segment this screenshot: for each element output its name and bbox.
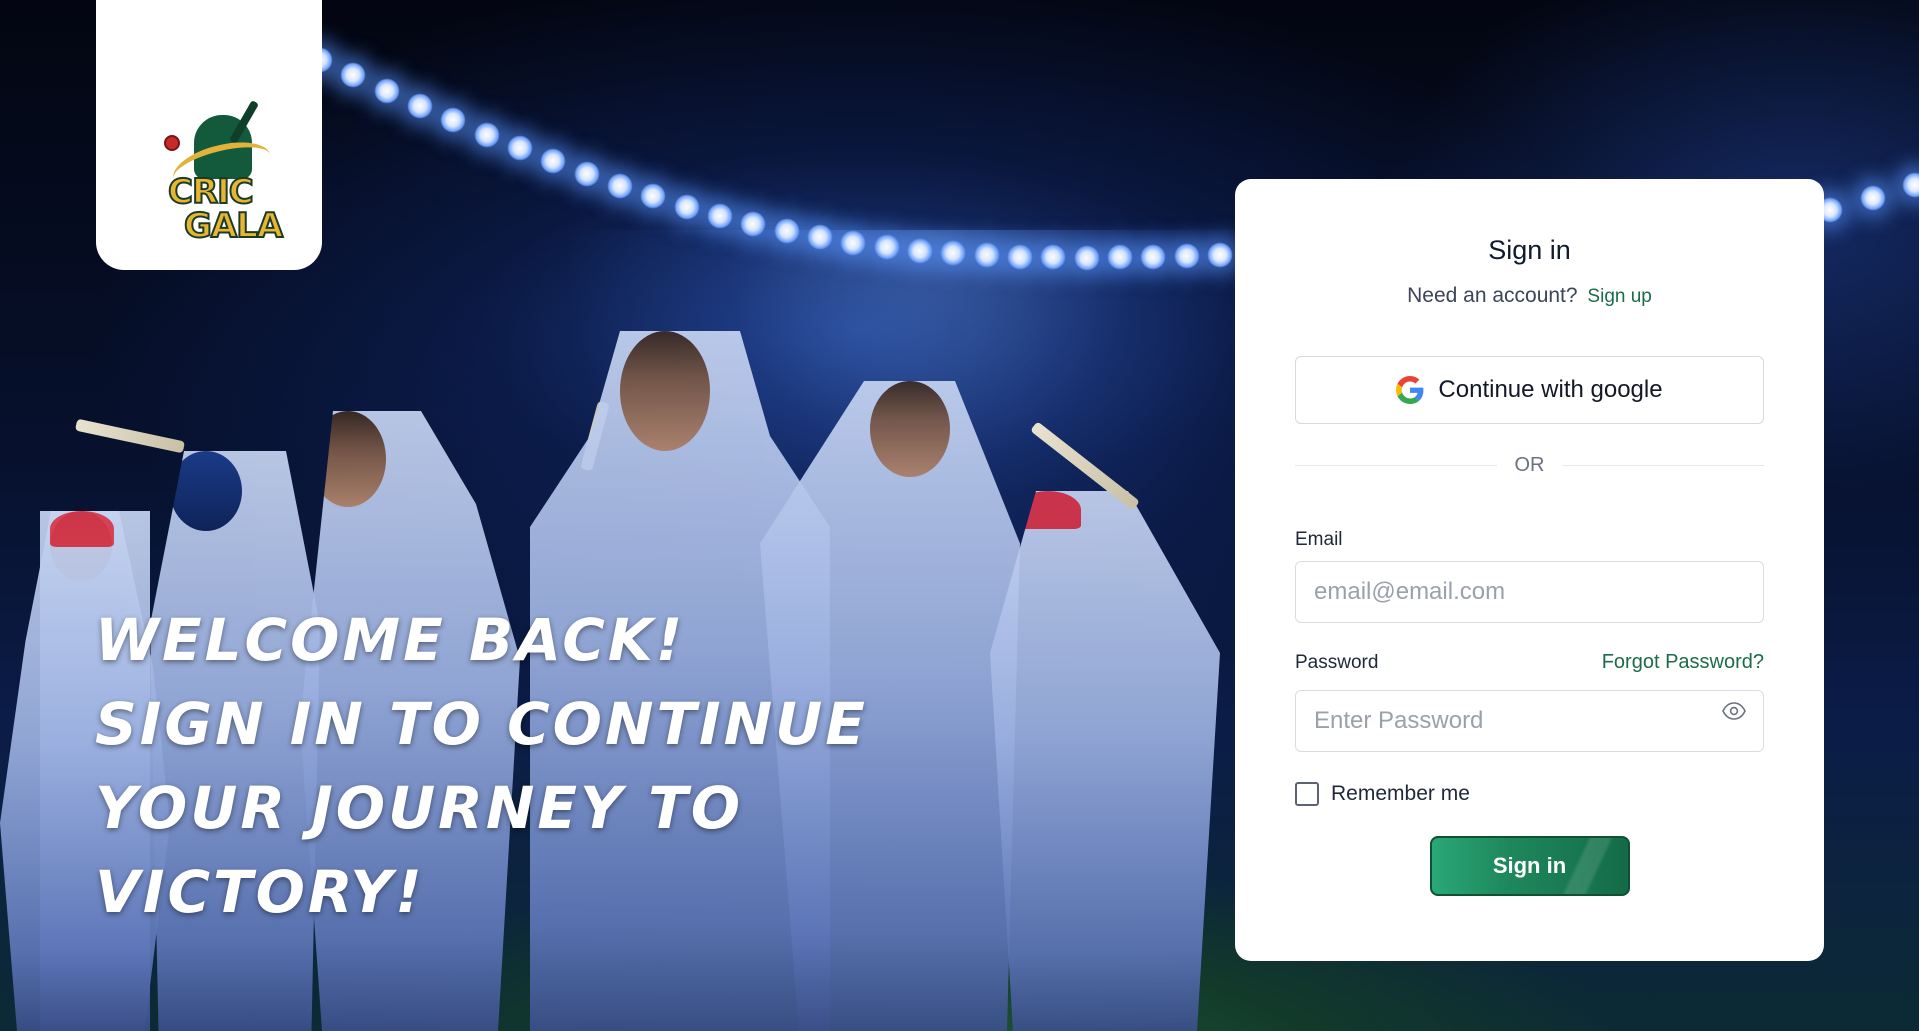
- logo-card[interactable]: CRIC GALA: [96, 0, 322, 270]
- stadium-light: [440, 107, 467, 134]
- stadium-light: [1040, 244, 1067, 271]
- stadium-light: [773, 217, 800, 244]
- need-account-text: Need an account?: [1407, 284, 1578, 307]
- player-head: [310, 411, 386, 507]
- google-button-label: Continue with google: [1438, 376, 1663, 403]
- divider-line: [1295, 465, 1497, 466]
- cricket-ball-icon: [164, 135, 180, 151]
- remember-me-checkbox[interactable]: [1295, 782, 1319, 806]
- or-text: OR: [1514, 454, 1545, 476]
- email-label: Email: [1295, 529, 1343, 550]
- google-icon: [1396, 376, 1424, 404]
- stadium-light: [807, 224, 833, 251]
- logo-text: CRIC GALA: [167, 172, 284, 246]
- welcome-line-3: your journey to: [95, 774, 744, 842]
- password-label-row: Password Forgot Password?: [1295, 651, 1764, 674]
- stadium-light: [373, 77, 400, 104]
- player-silhouette: [990, 491, 1220, 1031]
- stadium-light: [907, 237, 933, 264]
- signin-card: Sign in Need an account? Sign up Continu…: [1235, 179, 1824, 961]
- stadium-light: [940, 240, 967, 267]
- stadium-light: [640, 183, 667, 210]
- stadium-light: [473, 121, 500, 148]
- player-head: [50, 511, 112, 581]
- player-head: [870, 381, 950, 477]
- forgot-password-link[interactable]: Forgot Password?: [1602, 651, 1764, 674]
- stadium-light: [1140, 243, 1167, 270]
- password-field-wrapper: [1295, 680, 1764, 752]
- player-head: [620, 331, 710, 451]
- stadium-light: [1007, 243, 1033, 270]
- stadium-light: [673, 193, 700, 220]
- remember-me-label: Remember me: [1331, 782, 1470, 805]
- password-label: Password: [1295, 652, 1379, 673]
- stadium-light: [1859, 184, 1886, 211]
- divider-line: [1562, 465, 1764, 466]
- welcome-heading: Welcome back! Sign in to continue your j…: [95, 598, 955, 934]
- remember-me-row[interactable]: Remember me: [1295, 782, 1764, 806]
- need-account-row: Need an account? Sign up: [1295, 284, 1764, 308]
- welcome-line-1: Welcome back!: [95, 606, 686, 674]
- logo-text-line1: CRIC: [167, 172, 255, 212]
- stadium-light: [1073, 244, 1100, 271]
- cricgala-logo: CRIC GALA: [134, 45, 284, 244]
- cricket-bat: [74, 418, 186, 454]
- or-divider: OR: [1295, 454, 1764, 477]
- stadium-light: [507, 135, 533, 162]
- stadium-light: [1902, 172, 1919, 198]
- stadium-light: [873, 234, 900, 261]
- stadium-light: [1207, 242, 1233, 268]
- stadium-light: [607, 172, 633, 199]
- login-page: Welcome back! Sign in to continue your j…: [0, 0, 1919, 1031]
- cricket-bat: [580, 400, 610, 472]
- stadium-light: [540, 148, 567, 175]
- stadium-light: [707, 202, 733, 229]
- stadium-light: [840, 229, 867, 256]
- welcome-line-2: Sign in to continue: [95, 690, 868, 758]
- stadium-light: [573, 160, 600, 187]
- continue-with-google-button[interactable]: Continue with google: [1295, 356, 1764, 424]
- stadium-light: [1107, 244, 1133, 271]
- stadium-light: [1173, 242, 1200, 269]
- email-input[interactable]: [1295, 561, 1764, 623]
- logo-text-line2: GALA: [183, 206, 284, 246]
- player-cap: [50, 511, 114, 547]
- light-beam: [560, 230, 1300, 650]
- signup-link[interactable]: Sign up: [1587, 286, 1651, 307]
- welcome-line-4: victory!: [95, 858, 425, 926]
- stadium-light: [407, 92, 433, 119]
- cricket-bat: [1030, 421, 1140, 511]
- eye-icon[interactable]: [1722, 702, 1746, 720]
- player-cap: [1015, 491, 1081, 529]
- stadium-light: [973, 242, 1000, 269]
- player-helmet: [170, 451, 242, 531]
- stadium-light: [340, 62, 367, 89]
- signin-title: Sign in: [1488, 235, 1571, 265]
- stadium-light: [740, 210, 767, 237]
- password-input[interactable]: [1295, 690, 1764, 752]
- sign-in-button[interactable]: Sign in: [1429, 836, 1630, 896]
